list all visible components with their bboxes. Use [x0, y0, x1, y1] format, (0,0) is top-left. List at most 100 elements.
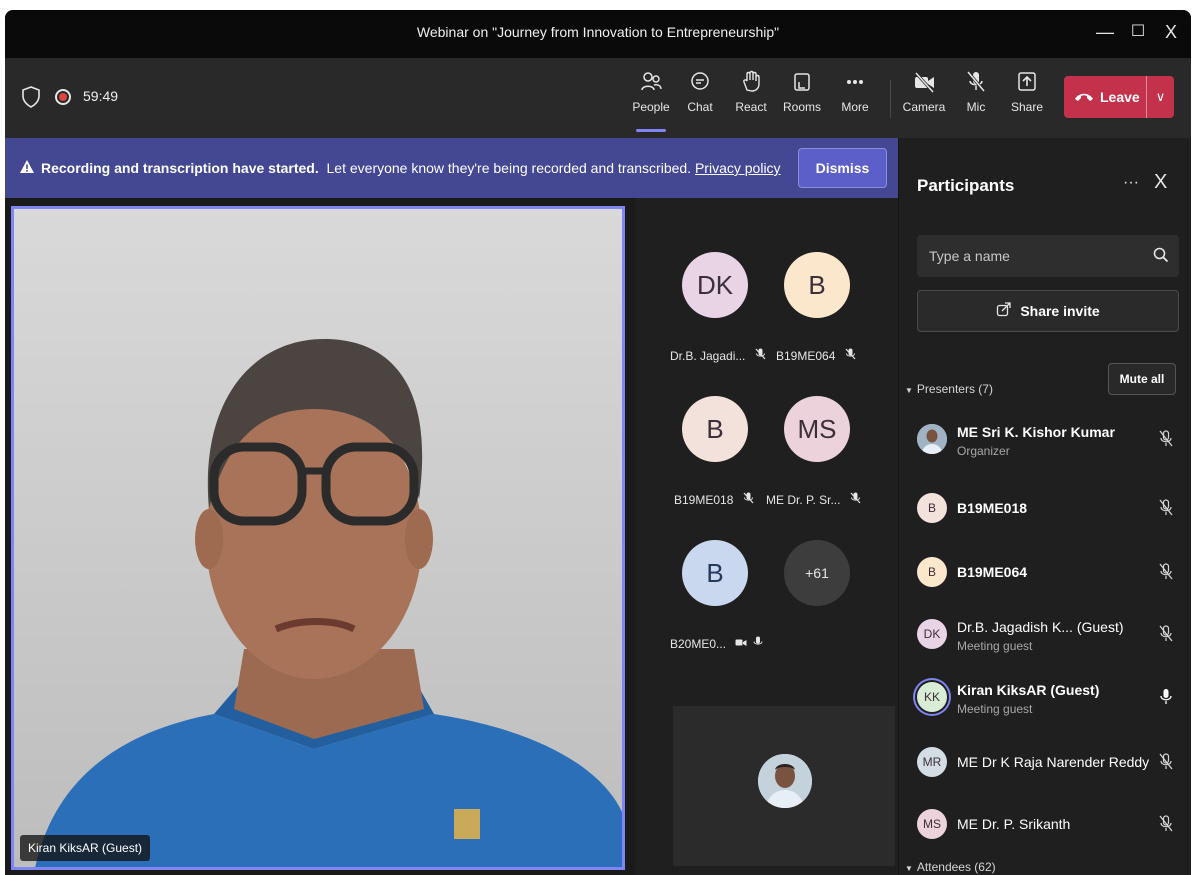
rooms-button[interactable]: Rooms [777, 70, 827, 132]
avatar: DK [917, 619, 947, 649]
mic-icon[interactable] [1159, 688, 1173, 711]
rooms-label: Rooms [782, 100, 821, 114]
toolbar-divider [890, 80, 891, 118]
participant-name: Kiran KiksAR (Guest) [957, 682, 1100, 698]
banner-message: Recording and transcription have started… [41, 160, 781, 176]
dismiss-button[interactable]: Dismiss [798, 148, 887, 188]
shield-icon[interactable] [21, 86, 41, 113]
tile-name: Dr.B. Jagadi... [670, 348, 770, 363]
mic-off-icon[interactable] [1159, 753, 1173, 776]
participant-gallery: DK Dr.B. Jagadi... B B19ME064 B B19ME018 [635, 198, 898, 875]
participant-row[interactable]: ME Sri K. Kishor Kumar Organizer [917, 418, 1187, 466]
participant-role: Organizer [957, 444, 1010, 458]
participant-name: Dr.B. Jagadish K... (Guest) [957, 619, 1124, 635]
participant-row[interactable]: MR ME Dr K Raja Narender Reddy [917, 741, 1187, 789]
camera-off-icon [735, 637, 750, 651]
participant-name: ME Sri K. Kishor Kumar [957, 424, 1115, 440]
participant-name: ME Dr. P. Srikanth [957, 816, 1071, 832]
mic-off-icon[interactable] [1159, 499, 1173, 522]
camera-label: Camera [902, 100, 946, 114]
tile-b19me064[interactable]: B B19ME064 [772, 252, 882, 382]
chat-button[interactable]: Chat [675, 70, 725, 132]
tile-ms[interactable]: MS ME Dr. P. Sr... [766, 396, 882, 526]
tile-more-participants[interactable]: +61 [772, 540, 882, 670]
tile-name: B20ME0... [670, 636, 770, 651]
mic-off-icon[interactable] [1159, 815, 1173, 838]
tile-name: ME Dr. P. Sr... [766, 492, 866, 507]
people-button[interactable]: People [626, 70, 676, 132]
share-label: Share [1010, 100, 1044, 114]
banner-bold-text: Recording and transcription have started… [41, 160, 319, 176]
search-icon[interactable] [1153, 247, 1169, 268]
avatar: B [682, 540, 748, 606]
recording-indicator-icon [55, 89, 71, 105]
panel-title: Participants [917, 176, 1015, 195]
window-title: Webinar on "Journey from Innovation to E… [416, 24, 780, 40]
presenters-section-toggle[interactable]: ▼ Presenters (7) [905, 382, 993, 396]
mic-off-icon[interactable] [1159, 563, 1173, 586]
mute-all-button[interactable]: Mute all [1108, 363, 1176, 395]
share-icon [1002, 70, 1052, 98]
tile-b19me018[interactable]: B B19ME018 [670, 396, 780, 526]
participant-row-speaking[interactable]: KK Kiran KiksAR (Guest) Meeting guest [917, 676, 1187, 724]
title-bar: Webinar on "Journey from Innovation to E… [5, 10, 1191, 58]
participant-role: Meeting guest [957, 702, 1033, 716]
mic-icon [753, 636, 763, 651]
chevron-down-icon: ∨ [1155, 89, 1166, 104]
tile-name: B19ME018 [674, 492, 774, 507]
warning-icon [19, 159, 35, 180]
banner-text: Let everyone know they're being recorded… [326, 160, 692, 176]
tile-b20me0[interactable]: B B20ME0... [670, 540, 780, 670]
speaker-name-tag: Kiran KiksAR (Guest) [20, 835, 151, 861]
avatar: MS [917, 809, 947, 839]
maximize-button[interactable]: ☐ [1122, 18, 1154, 46]
participant-row[interactable]: B B19ME018 [917, 487, 1187, 535]
rooms-icon [777, 70, 827, 98]
panel-close-button[interactable]: X [1154, 171, 1167, 194]
react-button[interactable]: React [726, 70, 776, 132]
tile-dk[interactable]: DK Dr.B. Jagadi... [670, 252, 780, 382]
participant-row[interactable]: DK Dr.B. Jagadish K... (Guest) Meeting g… [917, 613, 1187, 661]
participant-name: B19ME018 [957, 500, 1028, 516]
teams-meeting-window: Webinar on "Journey from Innovation to E… [5, 10, 1191, 875]
avatar: B [917, 493, 947, 523]
share-button[interactable]: Share [1002, 70, 1052, 132]
share-invite-button[interactable]: Share invite [917, 290, 1179, 332]
meeting-toolbar: 59:49 People Chat React Rooms More Camer… [5, 58, 1191, 138]
close-window-button[interactable]: X [1155, 18, 1187, 46]
caret-down-icon: ▼ [905, 864, 913, 873]
participants-panel: Participants ··· X Share invite ▼Present… [898, 138, 1191, 875]
more-button[interactable]: More [830, 70, 880, 132]
self-video-tile[interactable] [673, 706, 895, 866]
mic-off-icon [845, 348, 856, 363]
minimize-button[interactable]: — [1089, 18, 1121, 46]
leave-button[interactable]: Leave [1064, 76, 1146, 118]
meeting-stage: Kiran KiksAR (Guest) DK Dr.B. Jagadi... … [5, 198, 898, 875]
camera-button[interactable]: Camera [899, 70, 949, 132]
avatar: B [784, 252, 850, 318]
more-icon [830, 70, 880, 98]
participant-row[interactable]: MS ME Dr. P. Srikanth [917, 803, 1187, 851]
more-label: More [841, 100, 869, 114]
share-icon [996, 292, 1012, 332]
panel-more-button[interactable]: ··· [1123, 174, 1139, 192]
mic-button[interactable]: Mic [951, 70, 1001, 132]
mic-off-icon[interactable] [1159, 430, 1173, 453]
react-label: React [735, 100, 767, 114]
search-input[interactable] [917, 235, 1147, 277]
privacy-policy-link[interactable]: Privacy policy [695, 160, 781, 176]
overflow-count: +61 [784, 540, 850, 606]
avatar: MS [784, 396, 850, 462]
speaker-video[interactable]: Kiran KiksAR (Guest) [11, 206, 625, 870]
participant-name: B19ME064 [957, 564, 1028, 580]
mic-off-icon[interactable] [1159, 625, 1173, 648]
mic-off-icon [850, 492, 861, 507]
meeting-timer: 59:49 [83, 88, 119, 104]
leave-options-button[interactable]: ∨ [1146, 76, 1174, 118]
participant-role: Meeting guest [957, 639, 1033, 653]
participant-row[interactable]: B B19ME064 [917, 551, 1187, 599]
recording-banner: Recording and transcription have started… [5, 138, 898, 198]
attendees-section-toggle[interactable]: ▼ Attendees (62) [905, 860, 996, 874]
organizer-photo [758, 754, 812, 808]
avatar: DK [682, 252, 748, 318]
